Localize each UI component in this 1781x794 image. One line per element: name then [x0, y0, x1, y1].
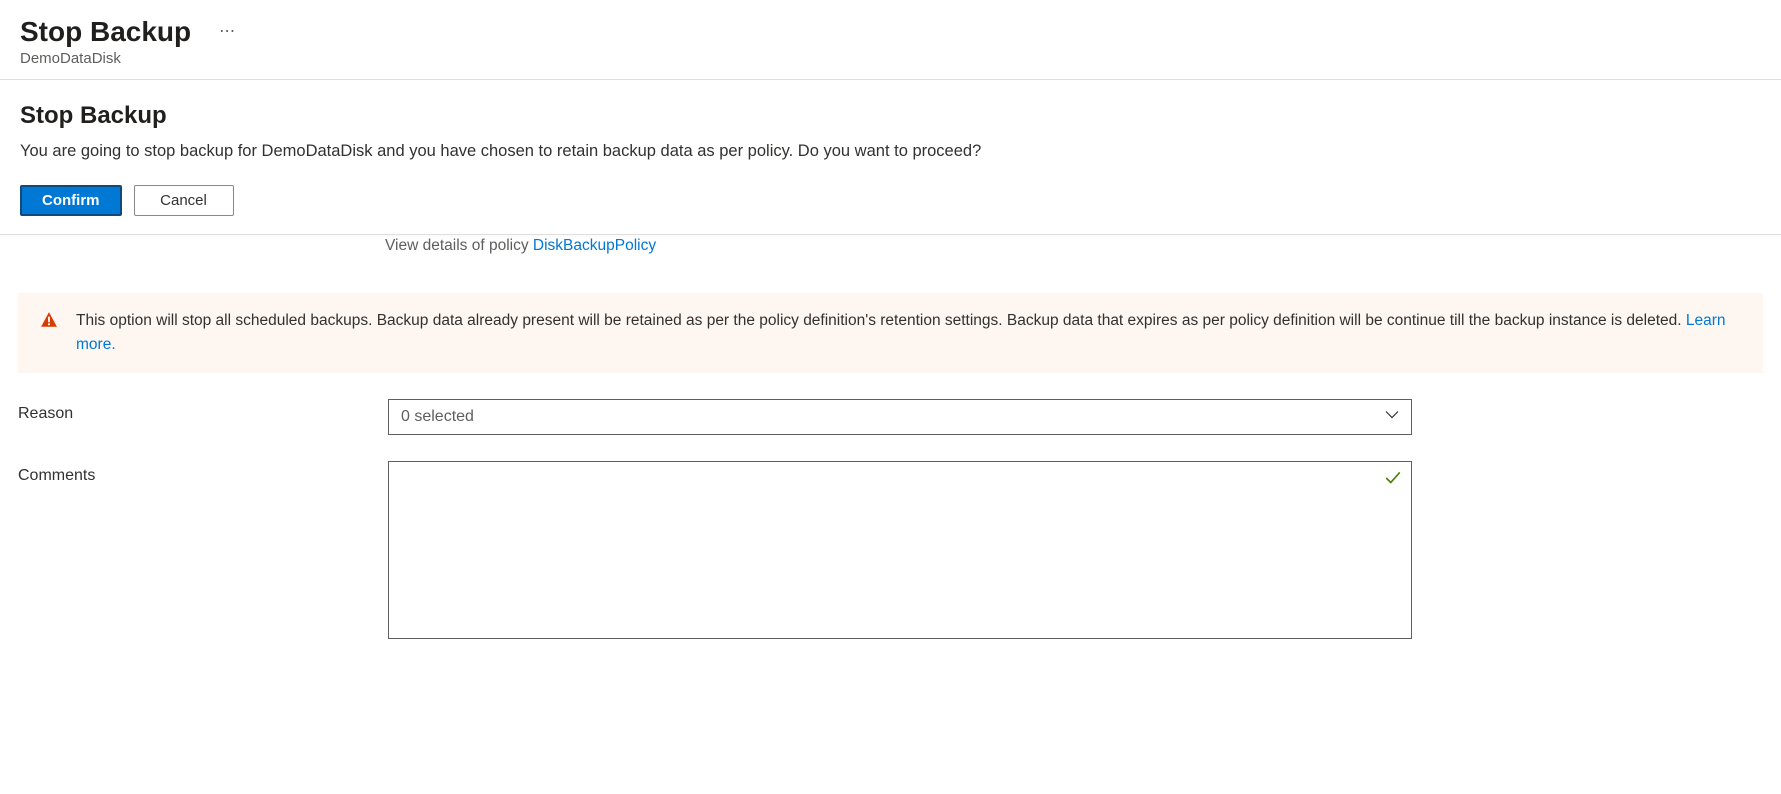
confirm-title: Stop Backup	[20, 102, 1761, 130]
warning-banner: This option will stop all scheduled back…	[18, 293, 1763, 373]
policy-prefix-text: View details of policy	[385, 237, 533, 254]
blade-title: Stop Backup	[20, 16, 191, 48]
reason-label: Reason	[18, 399, 388, 423]
chevron-down-icon	[1384, 407, 1400, 428]
blade-header: Stop Backup ⋯ DemoDataDisk	[0, 0, 1781, 80]
reason-select[interactable]: 0 selected	[388, 399, 1412, 435]
cancel-button[interactable]: Cancel	[134, 185, 234, 216]
blade-subtitle: DemoDataDisk	[20, 50, 1761, 67]
comments-textarea[interactable]	[388, 461, 1412, 639]
confirm-description: You are going to stop backup for DemoDat…	[20, 142, 1761, 161]
warning-icon	[40, 311, 58, 329]
comments-label: Comments	[18, 461, 388, 485]
form-area: View details of policy DiskBackupPolicy …	[0, 235, 1781, 642]
policy-link[interactable]: DiskBackupPolicy	[533, 237, 656, 254]
confirm-dialog: Stop Backup You are going to stop backup…	[0, 80, 1781, 235]
confirm-button[interactable]: Confirm	[20, 185, 122, 216]
reason-selected-text: 0 selected	[401, 408, 474, 426]
warning-text: This option will stop all scheduled back…	[76, 312, 1686, 329]
ellipsis-icon: ⋯	[219, 23, 237, 40]
more-actions-button[interactable]: ⋯	[211, 20, 245, 44]
policy-details-row: View details of policy DiskBackupPolicy	[0, 235, 1781, 263]
